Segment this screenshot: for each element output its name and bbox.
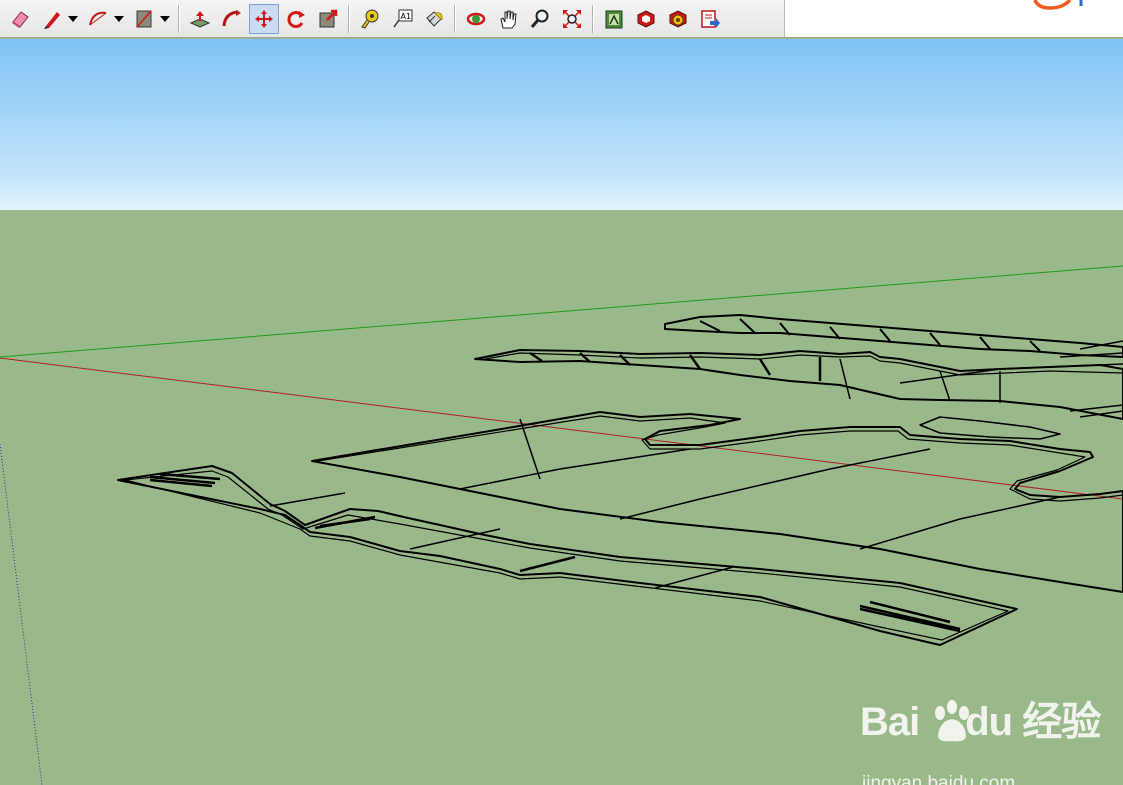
move-icon: [255, 9, 273, 28]
paw-icon: [935, 700, 969, 742]
move-tool-button[interactable]: [249, 3, 279, 34]
long-strip-piece: [117, 465, 1018, 646]
chevron-down-icon: [160, 15, 170, 22]
tape-measure-tool-button[interactable]: [355, 4, 385, 34]
arc-dropdown[interactable]: [114, 4, 124, 34]
partial-logo-icon: [1033, 0, 1083, 10]
orbit-icon: [466, 12, 486, 25]
toolbar-separator: [454, 4, 456, 33]
pencil-dropdown[interactable]: [68, 4, 78, 34]
toolbar-separator: [348, 4, 350, 33]
scale-tool-button[interactable]: [313, 4, 343, 34]
text-icon-label: A1: [401, 12, 412, 21]
sketchup-window: A1 Bai du 经验 jingyan.baidu.com: [0, 0, 1123, 785]
text-icon: A1: [393, 9, 413, 27]
pan-tool-button[interactable]: [493, 4, 523, 34]
large-toolset-toolbar: A1: [0, 0, 785, 38]
rectangle-dropdown[interactable]: [160, 4, 170, 34]
extension-warehouse-icon: [669, 9, 687, 28]
rectangle-icon: [136, 10, 152, 27]
watermark-logo-text: Bai: [860, 700, 920, 744]
zoom-icon: [530, 9, 549, 28]
watermark-url: jingyan.baidu.com: [862, 773, 1016, 785]
extension-warehouse-button[interactable]: [663, 4, 693, 34]
chevron-down-icon: [68, 15, 78, 22]
upper-pattern-pieces: [474, 314, 1123, 420]
zoom-extents-tool-button[interactable]: [557, 4, 587, 34]
components-icon: [637, 9, 655, 28]
toolbar-separator: [178, 4, 180, 33]
follow-me-icon: [222, 9, 241, 26]
paint-bucket-icon: [426, 10, 443, 27]
chevron-down-icon: [114, 15, 124, 22]
eraser-tool-button[interactable]: [5, 4, 35, 34]
follow-me-tool-button[interactable]: [217, 4, 247, 34]
push-pull-tool-button[interactable]: [185, 4, 215, 34]
watermark-logo: Bai du 经验: [860, 699, 1101, 745]
pan-icon: [500, 10, 517, 28]
baidu-jingyan-watermark: Bai du 经验 jingyan.baidu.com: [860, 699, 1101, 785]
rectangle-tool-button[interactable]: [129, 4, 159, 34]
pencil-icon: [44, 11, 60, 29]
blue-axis: [0, 443, 43, 785]
model-scene: [0, 265, 1123, 785]
arc-icon: [89, 11, 107, 25]
watermark-logo-cn: 经验: [1022, 700, 1101, 744]
orbit-tool-button[interactable]: [461, 4, 491, 34]
zoom-extents-icon: [563, 9, 581, 28]
send-to-layout-icon: [701, 9, 720, 28]
eraser-icon: [12, 10, 29, 28]
zoom-tool-button[interactable]: [525, 4, 555, 34]
tape-measure-icon: [361, 9, 379, 29]
paint-bucket-tool-button[interactable]: [419, 4, 449, 34]
toolbar-empty-area: [785, 0, 1123, 38]
3d-viewport[interactable]: Bai du 经验 jingyan.baidu.com: [0, 39, 1123, 785]
arc-tool-button[interactable]: [83, 4, 113, 34]
rotate-tool-button[interactable]: [281, 4, 311, 34]
3d-warehouse-icon: [605, 10, 623, 28]
send-to-layout-button[interactable]: [695, 4, 725, 34]
pencil-tool-button[interactable]: [37, 4, 67, 34]
3d-warehouse-button[interactable]: [599, 4, 629, 34]
green-axis: [0, 265, 1123, 358]
push-pull-icon: [189, 10, 211, 28]
toolbar-separator: [592, 4, 594, 33]
rotate-icon: [287, 10, 305, 28]
text-tool-button[interactable]: A1: [387, 4, 417, 34]
components-button[interactable]: [631, 4, 661, 34]
scale-icon: [319, 9, 338, 27]
